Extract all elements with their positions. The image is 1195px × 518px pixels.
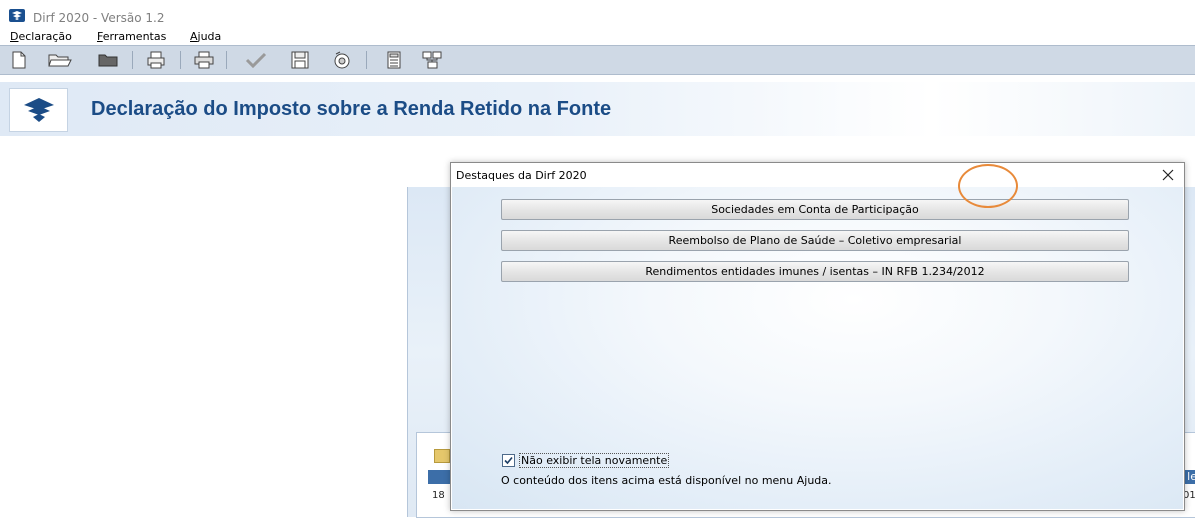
toolbar — [0, 45, 1195, 75]
page-title: Declaração do Imposto sobre a Renda Reti… — [91, 98, 612, 120]
info-text: O conteúdo dos itens acima está disponív… — [501, 474, 832, 487]
reembolso-saude-button[interactable]: Reembolso de Plano de Saúde – Coletivo e… — [501, 230, 1129, 251]
app-logo-icon — [9, 9, 25, 22]
header-banner: Declaração do Imposto sobre a Renda Reti… — [0, 82, 1195, 136]
menu-ferramentas[interactable]: Ferramentas — [97, 30, 166, 44]
dont-show-again-checkbox[interactable] — [502, 453, 515, 467]
print-icon[interactable] — [192, 50, 216, 70]
window-titlebar: Dirf 2020 - Versão 1.2 — [0, 0, 1195, 30]
folder-icon[interactable] — [96, 50, 120, 70]
open-folder-icon[interactable] — [48, 50, 72, 70]
close-icon — [1162, 169, 1174, 181]
menu-ajuda[interactable]: Ajuda — [190, 30, 221, 44]
recover-icon[interactable] — [330, 50, 354, 70]
folder-icon — [434, 449, 450, 463]
background-cell: 18 — [432, 490, 445, 501]
entidades-imunes-button[interactable]: Rendimentos entidades imunes / isentas –… — [501, 261, 1129, 282]
network-icon[interactable] — [420, 50, 444, 70]
background-header-text: le — [1187, 470, 1195, 483]
dialog-body: Sociedades em Conta de Participação Reem… — [452, 187, 1183, 509]
annotation-circle — [958, 164, 1018, 208]
dont-show-again-checkbox-row[interactable]: Não exibir tela novamente — [502, 452, 670, 468]
checkmark-icon — [504, 456, 513, 464]
menu-bar: Declaração Ferramentas Ajuda — [0, 30, 1195, 44]
dialog-titlebar: Destaques da Dirf 2020 — [451, 163, 1184, 187]
dialog-title: Destaques da Dirf 2020 — [456, 169, 587, 182]
scp-button[interactable]: Sociedades em Conta de Participação — [501, 199, 1129, 220]
save-icon[interactable] — [288, 50, 312, 70]
import-icon[interactable] — [144, 50, 168, 70]
highlights-dialog: Destaques da Dirf 2020 Sociedades em Con… — [450, 162, 1185, 511]
menu-declaracao[interactable]: Declaração — [10, 30, 72, 44]
window-title: Dirf 2020 - Versão 1.2 — [33, 11, 165, 25]
close-button[interactable] — [1158, 165, 1178, 185]
check-icon[interactable] — [244, 50, 268, 70]
new-file-icon[interactable] — [7, 50, 31, 70]
calculator-icon[interactable] — [382, 50, 406, 70]
checkbox-label: Não exibir tela novamente — [519, 452, 670, 468]
receita-logo-icon — [9, 88, 68, 132]
